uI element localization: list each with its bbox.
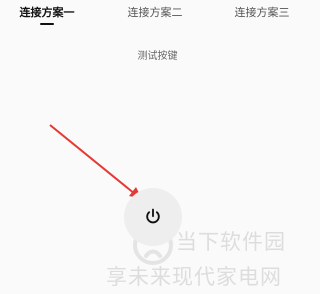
active-tab-indicator — [40, 23, 54, 25]
power-button-wrap — [124, 188, 182, 246]
tab-connection-plan-1[interactable]: 连接方案一 — [18, 5, 76, 29]
tab-connection-plan-2[interactable]: 连接方案二 — [126, 5, 184, 29]
power-icon — [146, 208, 160, 224]
tab-connection-plan-3[interactable]: 连接方案三 — [233, 5, 291, 29]
tab-label: 连接方案三 — [234, 6, 290, 19]
watermark-text-bottom: 享未来现代家电网 — [106, 265, 282, 289]
tab-label: 连接方案二 — [127, 6, 183, 19]
tab-label: 连接方案一 — [19, 6, 75, 19]
power-button[interactable] — [124, 188, 182, 246]
test-button-label: 测试按键 — [137, 51, 178, 62]
watermark-text-top: 当下软件园 — [176, 230, 286, 254]
tab-bar: 连接方案一 连接方案二 连接方案三 — [0, 0, 315, 34]
